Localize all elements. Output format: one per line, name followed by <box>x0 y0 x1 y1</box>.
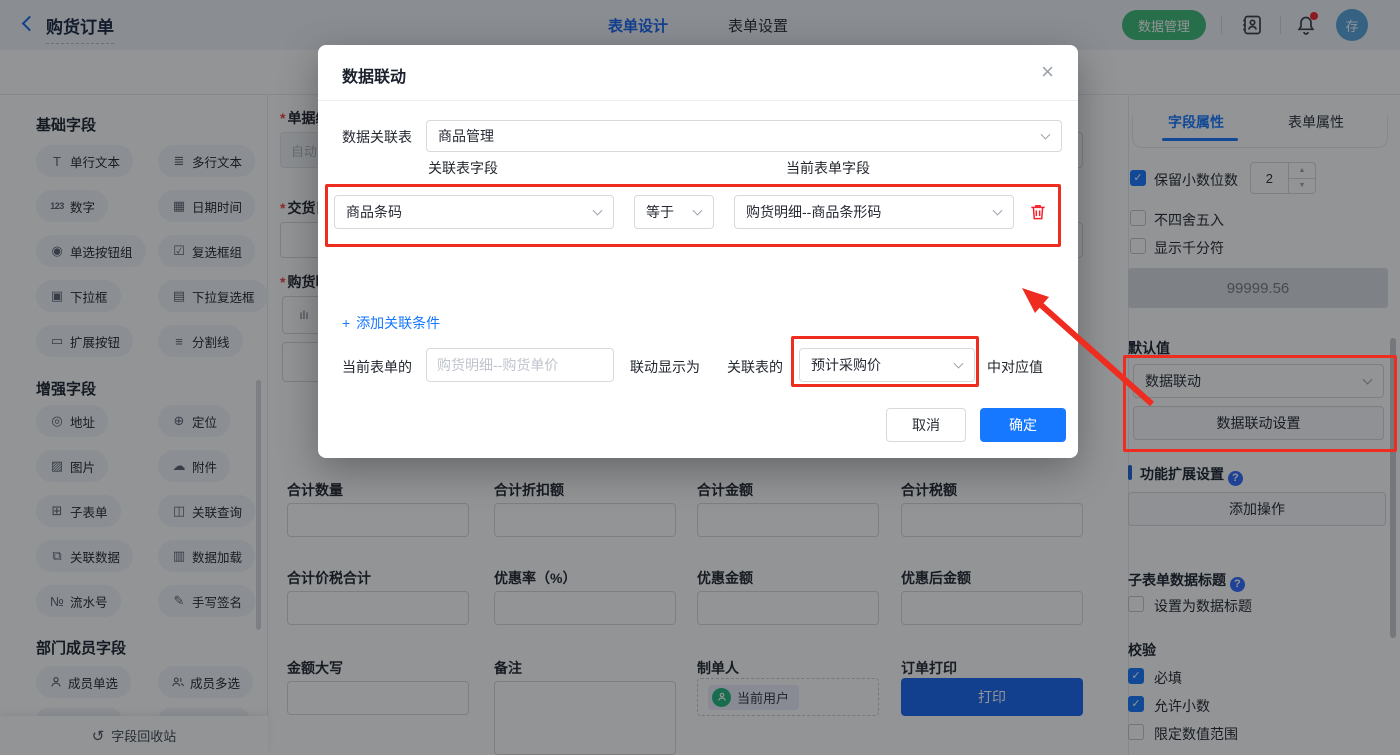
data-linkage-dialog: 数据联动 × 数据关联表 商品管理 关联表字段 当前表单字段 商品条码 等于 购… <box>318 45 1078 458</box>
form-designer-app: 购货订单 表单设计 表单设置 数据管理 存 表单外链 <box>0 0 1400 755</box>
cancel-button[interactable]: 取消 <box>886 408 966 442</box>
chevron-down-icon <box>1040 129 1051 140</box>
column-header-linked-field: 关联表字段 <box>428 160 498 176</box>
dialog-header-divider <box>318 100 1078 101</box>
linked-table-select[interactable]: 商品管理 <box>426 120 1062 152</box>
column-header-current-field: 当前表单字段 <box>786 160 870 176</box>
current-form-prefix-label: 当前表单的 <box>342 359 412 375</box>
linked-table-prefix-label: 关联表的 <box>727 359 783 375</box>
corresponding-value-label: 中对应值 <box>987 359 1043 375</box>
linked-table-label: 数据关联表 <box>342 129 412 145</box>
add-condition-link[interactable]: + 添加关联条件 <box>342 313 440 333</box>
close-icon[interactable]: × <box>1041 59 1054 85</box>
linkage-display-label: 联动显示为 <box>630 359 700 375</box>
annotation-box-target-field <box>791 336 979 387</box>
confirm-button[interactable]: 确定 <box>980 408 1066 442</box>
dialog-title: 数据联动 <box>342 69 407 86</box>
plus-icon: + <box>342 315 351 331</box>
current-form-field-input[interactable] <box>426 348 614 382</box>
annotation-box-condition-row <box>325 184 1061 247</box>
annotation-box-default-value <box>1123 355 1397 452</box>
